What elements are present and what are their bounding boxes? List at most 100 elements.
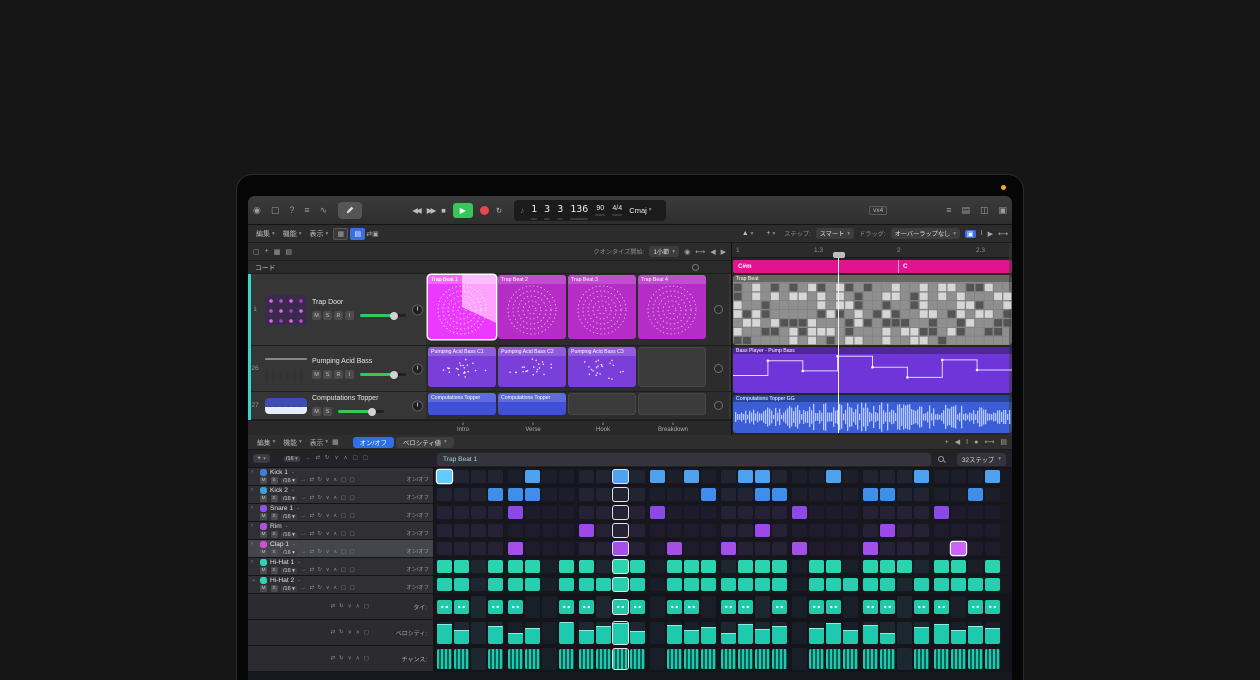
option-icon[interactable]: ▢	[349, 532, 354, 538]
subrow-cell[interactable]	[985, 600, 1000, 614]
add-cell-button[interactable]: ▢	[253, 248, 260, 256]
step-cell[interactable]	[437, 542, 452, 555]
track-header[interactable]: Computations TopperMS	[262, 392, 426, 419]
step-cell[interactable]	[437, 470, 452, 483]
step-cell[interactable]	[542, 560, 557, 573]
step-cell[interactable]	[508, 470, 523, 483]
menu-view[interactable]: 表示▾	[310, 437, 328, 447]
record-enable-button[interactable]: R	[334, 370, 343, 379]
decrement-icon[interactable]: ∨	[326, 478, 330, 484]
step-cell[interactable]	[471, 542, 486, 555]
step-cell[interactable]	[613, 524, 628, 537]
step-cell[interactable]	[630, 506, 645, 519]
step-cell[interactable]	[721, 560, 736, 573]
step-cell[interactable]	[508, 524, 523, 537]
step-cell[interactable]	[863, 488, 878, 501]
increment-icon[interactable]: ∧	[356, 604, 360, 610]
subrow-cell[interactable]	[650, 648, 665, 670]
subrow-cell[interactable]	[684, 622, 699, 644]
step-cell[interactable]	[951, 560, 966, 573]
step-cell[interactable]	[542, 578, 557, 591]
step-track-header[interactable]: ›Hi-Hat 1⌄MS/16 ▾→⇄↻∨∧▢▢オン/オフ	[248, 558, 434, 575]
subrow-cell[interactable]	[542, 648, 557, 670]
menu-functions[interactable]: 機能▾	[283, 437, 301, 447]
swap-icon[interactable]: ⇄	[309, 550, 314, 556]
increment-icon[interactable]: ∧	[344, 456, 348, 462]
pattern-length-dropdown[interactable]: 32ステップ▾	[957, 453, 1006, 466]
step-cell[interactable]	[968, 470, 983, 483]
subrow-cell[interactable]	[471, 596, 486, 618]
option-icon[interactable]: ▢	[349, 586, 354, 592]
decrement-icon[interactable]: ∨	[326, 550, 330, 556]
step-cell[interactable]	[437, 506, 452, 519]
stop-button[interactable]: ■	[441, 206, 446, 215]
snap-toggle-button[interactable]: ▣	[965, 230, 976, 238]
option-icon[interactable]: ▢	[364, 630, 369, 636]
mute-button[interactable]: M	[260, 531, 267, 538]
step-cell[interactable]	[488, 524, 503, 537]
play-direction-icon[interactable]: →	[305, 456, 311, 462]
decrement-icon[interactable]: ∨	[335, 456, 339, 462]
option-icon[interactable]: ▢	[349, 568, 354, 574]
solo-button[interactable]: S	[271, 495, 278, 502]
region-waveform[interactable]: Computations Topper GG	[733, 395, 1012, 433]
step-cell[interactable]	[454, 506, 469, 519]
rate-header[interactable]: /16 ▾	[284, 456, 300, 462]
step-cell[interactable]	[809, 470, 824, 483]
play-direction-icon[interactable]: →	[300, 586, 306, 592]
solo-button[interactable]: S	[323, 407, 332, 416]
step-cell[interactable]	[613, 488, 628, 501]
subrow-cell[interactable]	[471, 622, 486, 644]
divider-right-icon[interactable]: ▶	[721, 248, 726, 256]
option-icon[interactable]: ▢	[364, 604, 369, 610]
divider-left-icon[interactable]: ◀	[710, 248, 715, 256]
step-cell[interactable]	[684, 578, 699, 591]
option-icon[interactable]: ▢	[341, 586, 346, 592]
pencil-tool-button[interactable]	[338, 202, 362, 219]
step-cell[interactable]	[897, 506, 912, 519]
record-enable-button[interactable]: R	[334, 311, 343, 320]
step-cell[interactable]	[914, 506, 929, 519]
tempo-block[interactable]: 90	[595, 205, 605, 216]
rotate-icon[interactable]: ↻	[318, 496, 323, 502]
subrow-cell[interactable]	[596, 649, 611, 669]
subrow-cell[interactable]	[525, 622, 540, 644]
subrow-cell[interactable]	[508, 649, 523, 669]
step-cell[interactable]	[630, 578, 645, 591]
subrow-cell[interactable]	[667, 649, 682, 669]
step-cell[interactable]	[542, 470, 557, 483]
subrow-cell[interactable]	[985, 649, 1000, 669]
step-cell[interactable]	[738, 524, 753, 537]
step-cell[interactable]	[508, 506, 523, 519]
subrow-cell[interactable]	[951, 649, 966, 669]
grid-view-button[interactable]: ▦	[333, 228, 348, 240]
subrow-cell[interactable]	[579, 649, 594, 669]
increment-icon[interactable]: ∧	[333, 532, 337, 538]
loop-cell[interactable]: Pumping Acid Bass C2	[498, 347, 566, 387]
subrow-cell[interactable]	[596, 622, 611, 644]
step-cell[interactable]	[684, 470, 699, 483]
list-icon[interactable]: ≡	[304, 206, 309, 215]
step-track-header[interactable]: ›Rim⌄MS/16 ▾→⇄↻∨∧▢▢オン/オフ	[248, 522, 434, 539]
list-view-icon[interactable]: ≡	[946, 206, 951, 215]
step-cell[interactable]	[559, 488, 574, 501]
swap-icon[interactable]: ⇄	[331, 604, 336, 610]
disclosure-right-icon[interactable]: ›	[251, 541, 257, 548]
menu-edit[interactable]: 編集▾	[256, 229, 275, 239]
step-cell[interactable]	[985, 488, 1000, 501]
subrow-cell[interactable]	[721, 649, 736, 669]
loop-cell[interactable]: Pumping Acid Bass C1	[428, 347, 496, 387]
step-cell[interactable]	[559, 470, 574, 483]
loop-cell-empty[interactable]	[638, 347, 706, 387]
step-cell[interactable]	[684, 542, 699, 555]
step-cell[interactable]	[826, 578, 841, 591]
solo-button[interactable]: S	[271, 477, 278, 484]
step-cell[interactable]	[738, 470, 753, 483]
subrow-cell[interactable]	[863, 622, 878, 644]
step-cell[interactable]	[684, 560, 699, 573]
solo-button[interactable]: S	[271, 531, 278, 538]
step-cell[interactable]	[667, 578, 682, 591]
subrow-cell[interactable]	[809, 600, 824, 614]
increment-icon[interactable]: ∧	[356, 630, 360, 636]
step-cell[interactable]	[613, 470, 628, 483]
